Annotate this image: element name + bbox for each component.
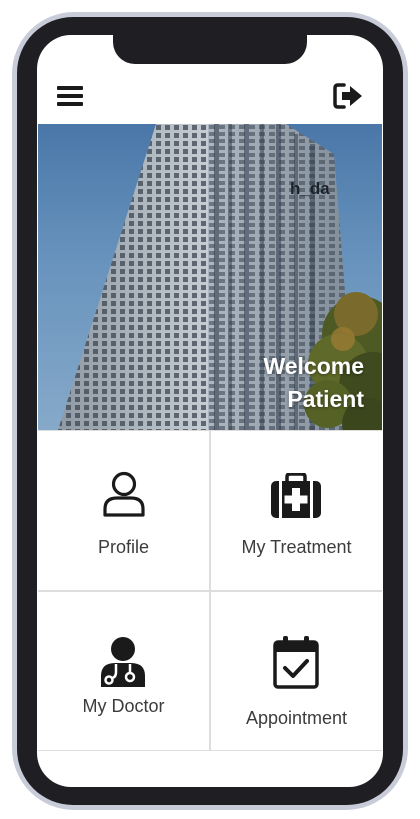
- top-bar: [37, 72, 383, 124]
- tile-profile-label: Profile: [97, 537, 150, 557]
- user-icon: [103, 471, 145, 517]
- tile-profile[interactable]: Profile: [38, 431, 209, 590]
- tile-my-treatment-label: My Treatment: [241, 537, 352, 557]
- tile-my-doctor[interactable]: My Doctor: [38, 592, 209, 751]
- calendar-check-icon: [273, 636, 319, 689]
- sign-out-icon[interactable]: [333, 82, 365, 110]
- tile-my-doctor-label: My Doctor: [82, 696, 165, 716]
- tile-my-treatment[interactable]: My Treatment: [211, 431, 382, 590]
- building-sign: h_da: [290, 179, 330, 198]
- welcome-line-2: Patient: [287, 386, 364, 412]
- tile-appointment-label: Appointment: [245, 708, 348, 728]
- hamburger-menu-icon[interactable]: [57, 84, 85, 108]
- phone-notch: [113, 22, 307, 64]
- welcome-message: Welcome Patient: [263, 350, 364, 416]
- doctor-icon: [101, 637, 145, 687]
- welcome-line-1: Welcome: [263, 353, 364, 379]
- medical-kit-icon: [271, 473, 321, 518]
- menu-grid: Profile My Treatment My Doctor Appointme…: [38, 430, 382, 751]
- hero-banner: h_da Welcome Patient: [38, 124, 382, 430]
- tile-appointment[interactable]: Appointment: [211, 592, 382, 751]
